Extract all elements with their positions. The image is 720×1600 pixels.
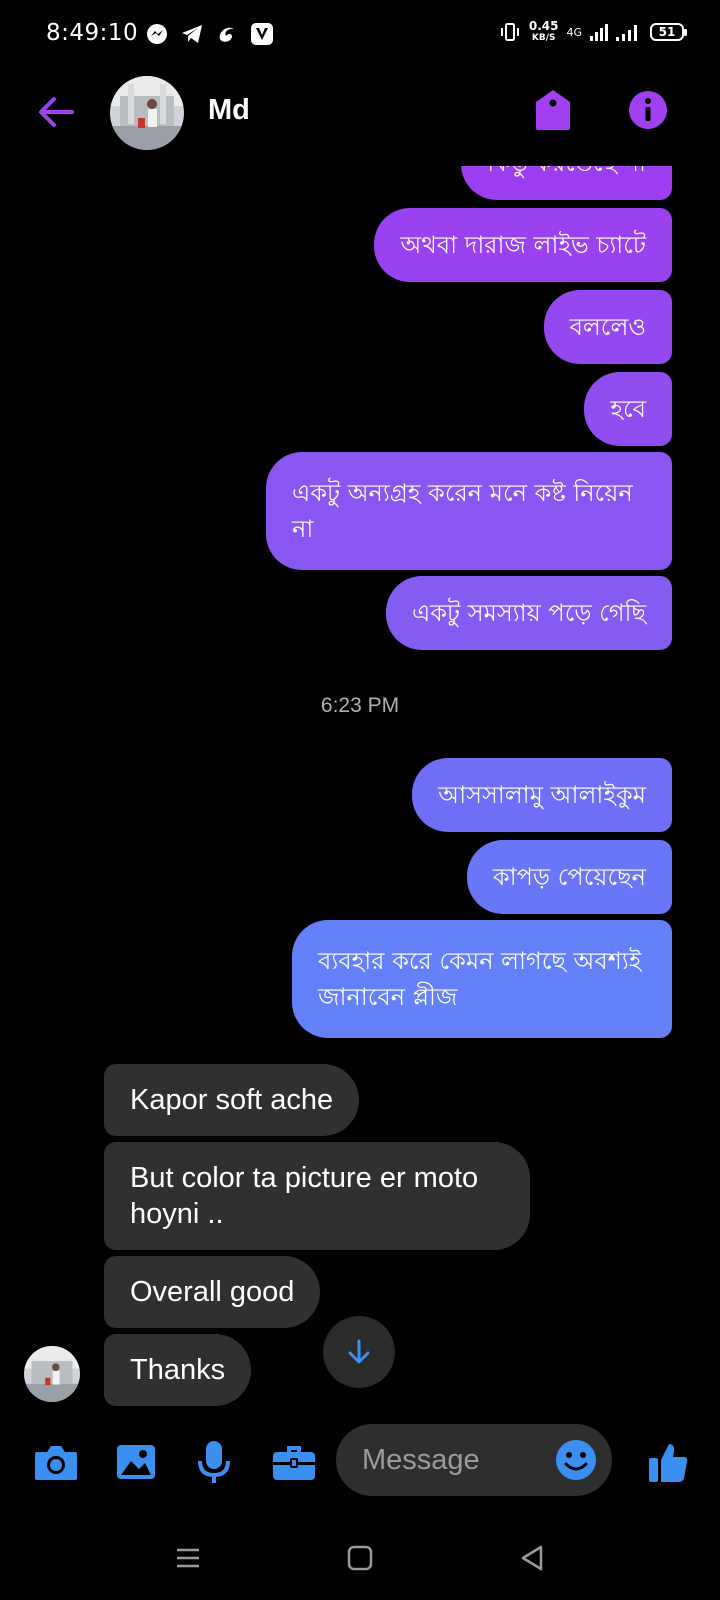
signal-icon-2 (616, 25, 637, 41)
message-bubble-outgoing[interactable]: ব্যবহার করে কেমন লাগছে অবশ্যই জানাবেন প্… (292, 920, 672, 1038)
back-icon (521, 1545, 543, 1571)
message-bubble-incoming[interactable]: Kapor soft ache (104, 1064, 360, 1136)
microphone-button[interactable] (190, 1438, 238, 1486)
message-bubble-incoming[interactable]: Overall good (104, 1256, 321, 1328)
microphone-icon (198, 1441, 230, 1483)
gallery-button[interactable] (112, 1438, 160, 1486)
home-button[interactable] (340, 1540, 380, 1576)
scroll-to-bottom-button[interactable] (323, 1316, 395, 1388)
avatar-photo (110, 76, 184, 150)
message-bubble-outgoing[interactable]: হবে (584, 372, 672, 446)
swirl-app-icon (219, 27, 234, 42)
menu-icon (177, 1548, 199, 1568)
emoji-icon[interactable] (554, 1438, 598, 1482)
sender-avatar[interactable] (24, 1346, 80, 1402)
message-bubble-incoming[interactable]: Thanks (104, 1334, 252, 1406)
conversation-header: Md (0, 70, 720, 170)
tag-button[interactable] (533, 88, 573, 132)
message-list[interactable]: কিন্তু করতেছে না অথবা দারাজ লাইভ চ্যাটে … (0, 166, 720, 1406)
network-type: 4G (566, 25, 582, 39)
avatar-photo (24, 1346, 80, 1402)
back-nav-button[interactable] (512, 1540, 552, 1576)
message-bubble-outgoing[interactable]: একটু সমস্যায় পড়ে গেছি (385, 576, 672, 650)
info-button[interactable] (628, 90, 668, 130)
message-input[interactable] (362, 1436, 542, 1484)
status-bar: 8:49:10 0.45 KB/S 4G 51 (0, 0, 720, 70)
system-navigation-bar (0, 1510, 720, 1600)
message-input-container[interactable] (336, 1424, 612, 1496)
back-button[interactable] (34, 90, 78, 134)
message-bubble-outgoing[interactable]: একটু অন্যগ্রহ করেন মনে কষ্ট নিয়েন না (266, 452, 672, 570)
vibrate-icon (500, 23, 519, 41)
status-time: 8:49:10 (46, 20, 139, 46)
telegram-icon (182, 25, 202, 43)
contact-avatar[interactable] (110, 76, 184, 150)
briefcase-button[interactable] (270, 1438, 318, 1486)
message-bubble-outgoing[interactable]: বললেও (543, 290, 672, 364)
message-bubble-outgoing[interactable]: অথবা দারাজ লাইভ চ্যাটে (374, 208, 672, 282)
recents-button[interactable] (168, 1540, 208, 1576)
like-button[interactable] (644, 1438, 692, 1486)
notification-icons (146, 22, 274, 46)
briefcase-icon (273, 1446, 315, 1480)
message-bubble-incoming[interactable]: But color ta picture er moto hoyni .. (104, 1142, 530, 1250)
arrow-down-icon (348, 1339, 370, 1364)
network-speed: 0.45 KB/S (529, 20, 559, 44)
system-status-icons: 0.45 KB/S 4G 51 (499, 20, 687, 44)
net-speed-value: 0.45 (528, 19, 559, 33)
contact-name[interactable]: Md (208, 94, 250, 127)
battery-indicator: 51 (650, 23, 687, 41)
tag-icon (536, 90, 570, 130)
message-bubble-outgoing[interactable]: কিন্তু করতেছে না (461, 166, 672, 200)
gallery-icon (117, 1445, 155, 1479)
info-icon (629, 91, 667, 129)
home-icon (347, 1545, 373, 1571)
net-speed-unit: KB/S (531, 33, 556, 43)
camera-icon (35, 1446, 77, 1480)
message-bubble-outgoing[interactable]: কাপড় পেয়েছেন (466, 840, 672, 914)
signal-icon (590, 24, 608, 41)
message-bubble-outgoing[interactable]: আসসালামু আলাইকুম (412, 758, 672, 832)
message-composer (0, 1420, 720, 1510)
v-app-icon (251, 23, 273, 45)
message-timestamp: 6:23 PM (320, 694, 400, 717)
back-arrow-icon (39, 97, 74, 127)
camera-button[interactable] (32, 1438, 80, 1486)
messenger-icon (147, 24, 167, 44)
thumbs-up-icon (649, 1444, 688, 1482)
